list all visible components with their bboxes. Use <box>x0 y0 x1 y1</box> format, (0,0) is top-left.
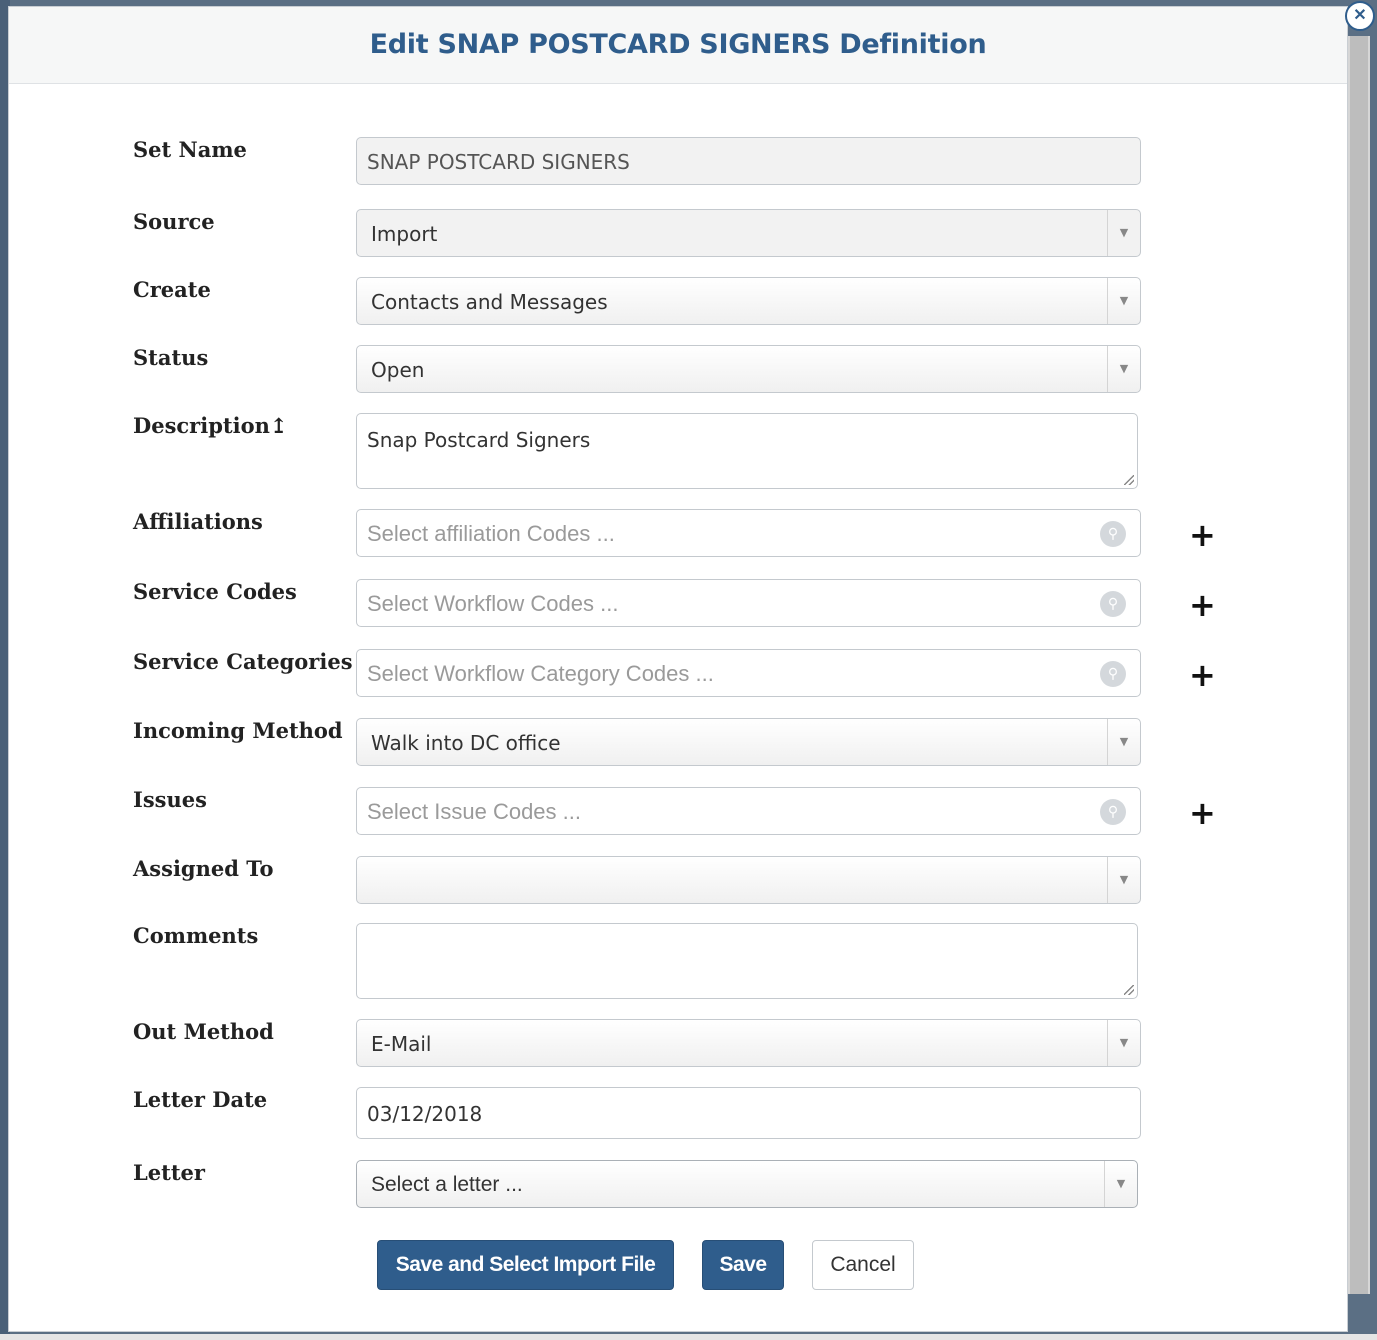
incoming-method-select[interactable]: Walk into DC office ▼ <box>356 718 1141 766</box>
create-select[interactable]: Contacts and Messages ▼ <box>356 277 1141 325</box>
search-icon[interactable]: ⚲ <box>1100 799 1126 825</box>
source-value: Import <box>371 222 438 246</box>
close-icon[interactable]: ✕ <box>1345 1 1375 31</box>
bottom-edge <box>0 1334 1377 1340</box>
letter-date-input[interactable]: 03/12/2018 <box>356 1087 1141 1139</box>
service-codes-label: Service Codes <box>133 579 297 604</box>
resize-grip-icon[interactable] <box>1124 475 1134 485</box>
set-name-label: Set Name <box>133 137 247 162</box>
search-icon[interactable]: ⚲ <box>1100 521 1126 547</box>
add-service-category-plus-icon[interactable]: + <box>1189 659 1216 691</box>
chevron-down-icon[interactable]: ▼ <box>1107 857 1140 903</box>
assigned-to-select[interactable]: ▼ <box>356 856 1141 904</box>
status-select[interactable]: Open ▼ <box>356 345 1141 393</box>
comments-label: Comments <box>133 923 259 948</box>
service-categories-label: Service Categories <box>133 649 353 674</box>
service-codes-placeholder: Select Workflow Codes ... <box>367 591 619 616</box>
resize-grip-icon[interactable] <box>1124 985 1134 995</box>
status-label: Status <box>133 345 209 370</box>
scrollbar-thumb[interactable] <box>1350 36 1368 1294</box>
add-issue-plus-icon[interactable]: + <box>1189 797 1216 829</box>
service-categories-input[interactable]: Select Workflow Category Codes ... ⚲ <box>356 649 1141 697</box>
out-method-value: E-Mail <box>371 1032 432 1056</box>
letter-date-label: Letter Date <box>133 1087 268 1112</box>
affiliations-input[interactable]: Select affiliation Codes ... ⚲ <box>356 509 1141 557</box>
search-icon[interactable]: ⚲ <box>1100 661 1126 687</box>
service-codes-input[interactable]: Select Workflow Codes ... ⚲ <box>356 579 1141 627</box>
description-textarea[interactable]: Snap Postcard Signers <box>356 413 1138 489</box>
issues-label: Issues <box>133 787 207 812</box>
affiliations-label: Affiliations <box>133 509 263 534</box>
set-name-value: SNAP POSTCARD SIGNERS <box>367 150 630 174</box>
scrollbar[interactable] <box>1348 36 1370 1294</box>
cancel-button[interactable]: Cancel <box>812 1240 914 1290</box>
affiliations-placeholder: Select affiliation Codes ... <box>367 521 615 546</box>
chevron-down-icon[interactable]: ▼ <box>1104 1161 1137 1207</box>
search-icon[interactable]: ⚲ <box>1100 591 1126 617</box>
create-value: Contacts and Messages <box>371 290 608 314</box>
out-method-select[interactable]: E-Mail ▼ <box>356 1019 1141 1067</box>
chevron-down-icon[interactable]: ▼ <box>1107 719 1140 765</box>
letter-label: Letter <box>133 1160 205 1185</box>
incoming-method-label: Incoming Method <box>133 718 343 743</box>
description-value: Snap Postcard Signers <box>367 428 591 452</box>
dialog-header: Edit SNAP POSTCARD SIGNERS Definition <box>9 7 1347 84</box>
letter-select[interactable]: Select a letter ... ▼ <box>356 1160 1138 1208</box>
service-categories-placeholder: Select Workflow Category Codes ... <box>367 661 714 686</box>
add-service-code-plus-icon[interactable]: + <box>1189 589 1216 621</box>
source-select[interactable]: Import ▼ <box>356 209 1141 257</box>
issues-input[interactable]: Select Issue Codes ... ⚲ <box>356 787 1141 835</box>
letter-placeholder: Select a letter ... <box>371 1173 523 1196</box>
chevron-down-icon[interactable]: ▼ <box>1107 346 1140 392</box>
description-label: Description↥ <box>133 413 288 438</box>
comments-textarea[interactable] <box>356 923 1138 999</box>
edit-definition-dialog: Edit SNAP POSTCARD SIGNERS Definition ✕ … <box>8 1 1375 1332</box>
letter-date-value: 03/12/2018 <box>367 1102 483 1126</box>
assigned-to-label: Assigned To <box>133 856 274 881</box>
add-affiliation-plus-icon[interactable]: + <box>1189 519 1216 551</box>
source-label: Source <box>133 209 215 234</box>
set-name-field[interactable]: SNAP POSTCARD SIGNERS <box>356 137 1141 185</box>
chevron-down-icon[interactable]: ▼ <box>1107 278 1140 324</box>
incoming-method-value: Walk into DC office <box>371 731 561 755</box>
save-and-select-import-file-button[interactable]: Save and Select Import File <box>377 1240 674 1290</box>
issues-placeholder: Select Issue Codes ... <box>367 799 581 824</box>
dialog-title: Edit SNAP POSTCARD SIGNERS Definition <box>369 29 987 60</box>
save-button[interactable]: Save <box>702 1240 784 1290</box>
chevron-down-icon[interactable]: ▼ <box>1107 210 1140 256</box>
status-value: Open <box>371 358 425 382</box>
create-label: Create <box>133 277 211 302</box>
chevron-down-icon[interactable]: ▼ <box>1107 1020 1140 1066</box>
out-method-label: Out Method <box>133 1019 274 1044</box>
